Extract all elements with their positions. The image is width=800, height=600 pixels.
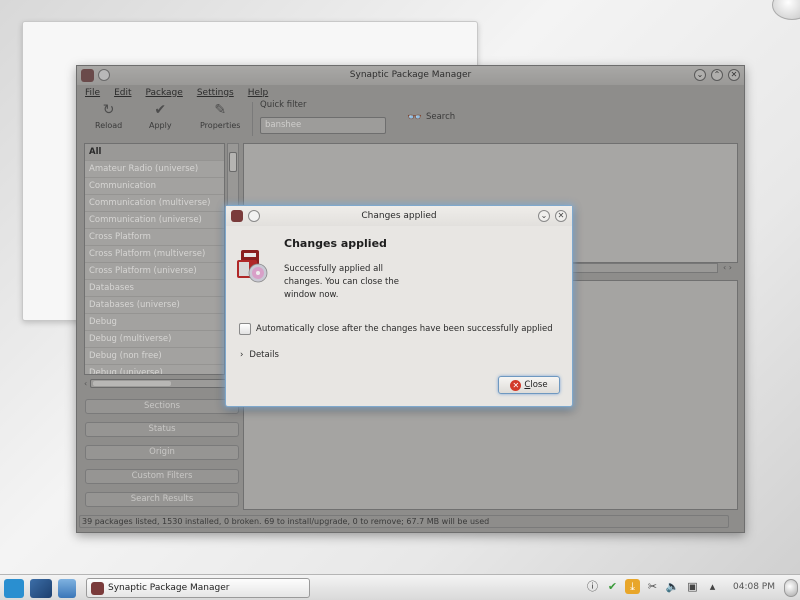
category-item[interactable]: Cross Platform (universe) <box>85 263 224 280</box>
network-icon[interactable]: ▣ <box>685 579 700 594</box>
scrollbar-track[interactable] <box>90 378 230 388</box>
dialog-title: Changes applied <box>361 211 437 221</box>
search-results-button[interactable]: Search Results <box>85 492 239 507</box>
system-tray: ⓘ ✔ ⤓ ✂ 🔈 ▣ ▴ <box>585 579 720 594</box>
origin-button[interactable]: Origin <box>85 445 239 460</box>
taskbar-item-label: Synaptic Package Manager <box>108 583 230 593</box>
scroll-arrows-icon[interactable]: ‹ › <box>723 263 732 272</box>
category-item[interactable]: Databases (universe) <box>85 297 224 314</box>
menu-bar: File Edit Package Settings Help <box>77 85 744 100</box>
menu-edit[interactable]: Edit <box>114 88 131 98</box>
status-button[interactable]: Status <box>85 422 239 437</box>
close-icon[interactable]: ✕ <box>555 210 567 222</box>
category-item[interactable]: Databases <box>85 280 224 297</box>
synaptic-app-icon[interactable] <box>81 69 94 82</box>
arrow-up-icon[interactable]: ▴ <box>705 579 720 594</box>
category-list[interactable]: All Amateur Radio (universe) Communicati… <box>84 143 225 375</box>
quick-filter-label: Quick filter <box>260 100 307 110</box>
info-icon[interactable]: ⓘ <box>585 579 600 594</box>
scrollbar-thumb[interactable] <box>93 380 172 386</box>
details-label: Details <box>249 350 279 360</box>
volume-icon[interactable]: 🔈 <box>665 579 680 594</box>
desktop-corner-button[interactable] <box>772 0 800 20</box>
category-item[interactable]: Debug (universe) <box>85 365 224 374</box>
search-button[interactable]: 👓 Search <box>407 110 455 124</box>
details-expander[interactable]: › Details <box>240 350 279 360</box>
updates-icon[interactable]: ⤓ <box>625 579 640 594</box>
pin-icon[interactable] <box>248 210 260 222</box>
quick-filter-input[interactable]: banshee <box>260 117 386 134</box>
synaptic-app-icon[interactable] <box>231 210 243 222</box>
desktop-icon[interactable] <box>30 579 52 598</box>
category-item[interactable]: Debug (non free) <box>85 348 224 365</box>
apply-icon: ✔ <box>154 102 167 118</box>
category-item[interactable]: Cross Platform (multiverse) <box>85 246 224 263</box>
auto-close-label: Automatically close after the changes ha… <box>256 324 553 334</box>
category-item[interactable]: Debug (multiverse) <box>85 331 224 348</box>
main-window-controls: ⌄ ⌃ ✕ <box>694 69 740 81</box>
reload-button[interactable]: ↻ Reload <box>95 102 122 130</box>
category-item-all[interactable]: All <box>85 144 224 161</box>
dialog-titlebar[interactable]: Changes applied ⌄ ✕ <box>226 206 572 226</box>
minimize-icon[interactable]: ⌄ <box>538 210 550 222</box>
main-window-title: Synaptic Package Manager <box>349 70 472 80</box>
sections-button[interactable]: Sections <box>85 399 239 414</box>
clock[interactable]: 04:08 PM <box>733 582 775 592</box>
file-manager-icon[interactable] <box>58 579 76 598</box>
properties-button[interactable]: ✎ Properties <box>200 102 240 130</box>
close-button[interactable]: ✕ Close <box>498 376 560 394</box>
custom-filters-button[interactable]: Custom Filters <box>85 469 239 484</box>
synaptic-app-icon <box>91 581 104 595</box>
desktop-corner-button[interactable] <box>784 579 798 597</box>
auto-close-checkbox[interactable] <box>239 323 251 335</box>
maximize-icon[interactable]: ⌃ <box>711 69 723 81</box>
menu-settings[interactable]: Settings <box>197 88 234 98</box>
minimize-icon[interactable]: ⌄ <box>694 69 706 81</box>
properties-icon: ✎ <box>214 102 227 118</box>
checkmark-icon[interactable]: ✔ <box>605 579 620 594</box>
dialog-message: Successfully applied all changes. You ca… <box>284 264 399 300</box>
category-item[interactable]: Communication <box>85 178 224 195</box>
taskbar-item-synaptic[interactable]: Synaptic Package Manager <box>86 578 310 598</box>
app-menu-icon[interactable] <box>4 579 24 598</box>
taskbar: Synaptic Package Manager ⓘ ✔ ⤓ ✂ 🔈 ▣ ▴ 0… <box>0 574 800 600</box>
category-item[interactable]: Cross Platform <box>85 229 224 246</box>
status-bar: 39 packages listed, 1530 installed, 0 br… <box>79 515 729 528</box>
apply-label: Apply <box>149 121 172 130</box>
dialog-heading: Changes applied <box>284 237 387 250</box>
menu-file[interactable]: File <box>85 88 100 98</box>
package-cd-icon <box>237 250 268 283</box>
chevron-right-icon: › <box>240 350 244 360</box>
close-circle-icon: ✕ <box>510 379 522 391</box>
scissors-icon[interactable]: ✂ <box>645 579 660 594</box>
dialog-window-controls: ⌄ ✕ <box>538 210 567 222</box>
apply-button[interactable]: ✔ Apply <box>149 102 172 130</box>
search-label: Search <box>425 112 456 122</box>
category-item[interactable]: Debug <box>85 314 224 331</box>
category-item[interactable]: Communication (universe) <box>85 212 224 229</box>
properties-label: Properties <box>200 121 241 130</box>
close-icon[interactable]: ✕ <box>728 69 740 81</box>
auto-close-option[interactable]: Automatically close after the changes ha… <box>239 323 553 335</box>
changes-applied-dialog: Changes applied ⌄ ✕ Changes applied Succ… <box>225 205 573 407</box>
binoculars-icon: 👓 <box>407 110 422 124</box>
close-label: Close <box>524 380 548 390</box>
toolbar-divider <box>252 102 253 136</box>
menu-help[interactable]: Help <box>248 88 269 98</box>
main-titlebar[interactable]: Synaptic Package Manager ⌄ ⌃ ✕ <box>77 66 744 85</box>
category-item[interactable]: Communication (multiverse) <box>85 195 224 212</box>
pin-icon[interactable] <box>98 69 110 81</box>
reload-icon: ↻ <box>102 102 115 118</box>
menu-package[interactable]: Package <box>146 88 183 98</box>
category-horizontal-scrollbar[interactable]: ‹ ‹› <box>84 377 239 389</box>
category-item[interactable]: Amateur Radio (universe) <box>85 161 224 178</box>
scrollbar-thumb[interactable] <box>229 152 237 172</box>
scroll-left-icon[interactable]: ‹ <box>84 379 87 388</box>
reload-label: Reload <box>95 121 123 130</box>
